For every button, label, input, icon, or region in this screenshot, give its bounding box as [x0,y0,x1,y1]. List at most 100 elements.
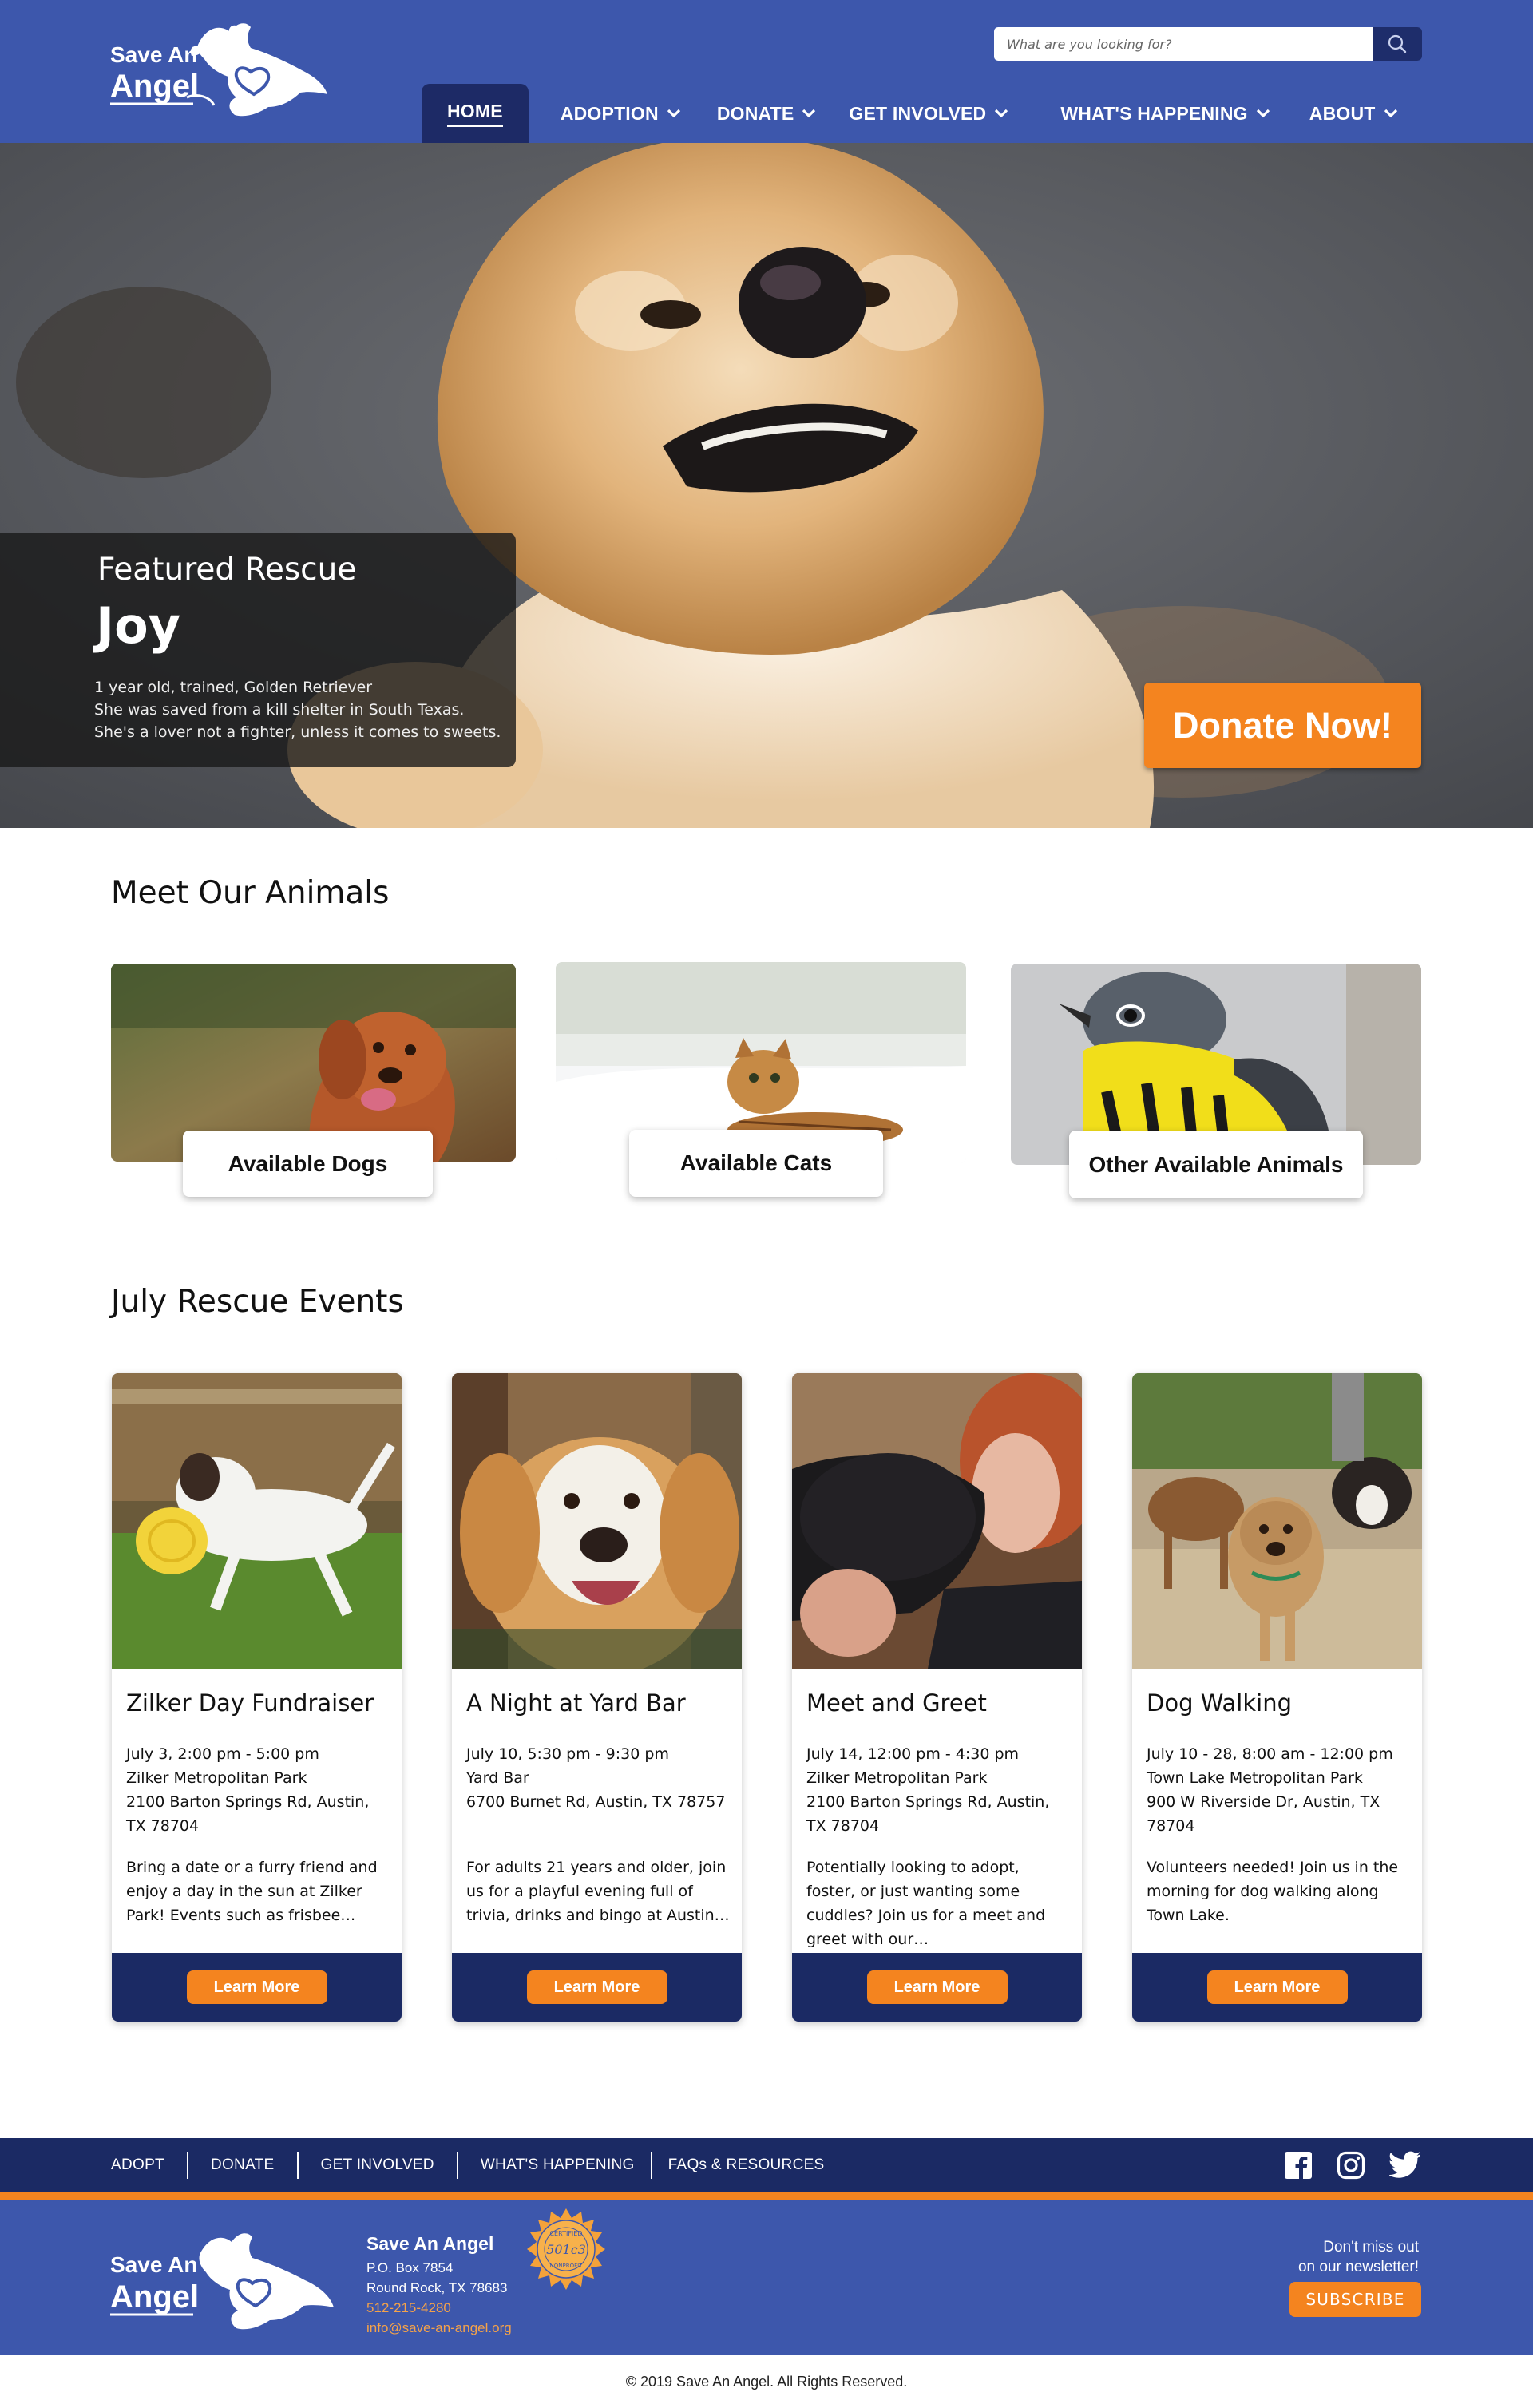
available-dogs-label[interactable]: Available Dogs [183,1131,433,1197]
seal-top-text: CERTIFIED [549,2230,582,2237]
event-photo-black-dog [792,1373,1082,1669]
search-button[interactable] [1373,27,1422,61]
event-footer: Learn More [792,1953,1082,2022]
event-address: 900 W Riverside Dr, Austin, TX 78704 [1147,1793,1380,1835]
footer-org-name: Save An Angel [366,2233,494,2254]
footer-logo-line1: Save An [110,2252,197,2277]
copyright-text: © 2019 Save An Angel. All Rights Reserve… [625,2373,908,2390]
nav-home[interactable]: HOME [422,84,529,143]
nav-get-involved[interactable]: GET INVOLVED [849,84,1009,143]
event-date: July 10 - 28, 8:00 am - 12:00 pm [1147,1745,1393,1763]
footer-nav-bar: ADOPT DONATE GET INVOLVED WHAT'S HAPPENI… [0,2138,1533,2192]
event-card: A Night at Yard Bar July 10, 5:30 pm - 9… [452,1373,742,2022]
event-card: Dog Walking July 10 - 28, 8:00 am - 12:0… [1132,1373,1422,2022]
footer-link-adopt[interactable]: ADOPT [111,2157,164,2174]
event-info: July 10, 5:30 pm - 9:30 pm Yard Bar 6700… [466,1742,730,1814]
learn-more-button[interactable]: Learn More [186,1970,327,2004]
seal-middle-text: 501c3 [546,2242,586,2257]
twitter-icon[interactable] [1389,2151,1421,2178]
learn-more-button[interactable]: Learn More [1206,1970,1348,2004]
event-footer: Learn More [112,1953,402,2022]
event-date: July 14, 12:00 pm - 4:30 pm [806,1745,1020,1763]
site-logo[interactable]: Save An Angel [110,21,331,126]
event-description: Bring a date or a furry friend and enjoy… [126,1859,378,1924]
featured-desc-line: She was saved from a kill shelter in Sou… [94,701,465,719]
featured-description: 1 year old, trained, Golden Retriever Sh… [94,676,501,743]
chevron-down-icon [995,109,1008,118]
newsletter-prompt: Don't miss out on our newsletter! [1246,2237,1419,2277]
chevron-down-icon [1256,109,1270,118]
subscribe-button[interactable]: SUBSCRIBE [1289,2282,1421,2317]
section-title-events: July Rescue Events [111,1284,404,1320]
nav-about[interactable]: ABOUT [1309,84,1399,143]
featured-desc-line: 1 year old, trained, Golden Retriever [94,679,373,696]
featured-kicker: Featured Rescue [97,552,357,588]
footer-divider [186,2152,188,2179]
footer-address-line: P.O. Box 7854 [366,2260,454,2275]
event-photo-golden-dog [452,1373,742,1669]
nav-adoption[interactable]: ADOPTION [561,84,682,143]
footer-divider [456,2152,458,2179]
donate-now-button[interactable]: Donate Now! [1144,683,1421,768]
event-venue: Yard Bar [466,1769,529,1787]
footer-logo-line2: Angel [110,2279,199,2315]
learn-more-button[interactable]: Learn More [526,1970,667,2004]
nav-donate-label: DONATE [716,102,794,124]
footer-logo[interactable]: Save An Angel [110,2229,337,2338]
event-info: July 10 - 28, 8:00 am - 12:00 pm Town La… [1147,1742,1410,1838]
nav-whats-happening-label: WHAT'S HAPPENING [1060,102,1248,124]
event-address: 2100 Barton Springs Rd, Austin, TX 78704 [806,1793,1050,1835]
footer-link-faqs[interactable]: FAQs & RESOURCES [668,2157,825,2174]
chevron-down-icon [802,109,816,118]
learn-more-button[interactable]: Learn More [866,1970,1008,2004]
logo-line1: Save An [110,42,197,67]
other-animals-label[interactable]: Other Available Animals [1069,1131,1363,1198]
footer-link-donate[interactable]: DONATE [211,2157,275,2174]
event-description: Volunteers needed! Join us in the mornin… [1147,1859,1399,1924]
event-description: Potentially looking to adopt, foster, or… [806,1859,1046,1948]
section-title-animals: Meet Our Animals [111,875,390,911]
event-description: For adults 21 years and older, join us f… [466,1859,730,1924]
footer-link-whats-happening[interactable]: WHAT'S HAPPENING [481,2157,635,2174]
nav-whats-happening[interactable]: WHAT'S HAPPENING [1060,84,1270,143]
search-icon [1388,34,1407,53]
nav-donate[interactable]: DONATE [717,84,818,143]
social-links [1284,2151,1421,2180]
event-address: 6700 Burnet Rd, Austin, TX 78757 [466,1793,726,1811]
footer-links: ADOPT DONATE GET INVOLVED WHAT'S HAPPENI… [111,2138,825,2192]
nav-get-involved-label: GET INVOLVED [849,102,987,124]
event-info: July 3, 2:00 pm - 5:00 pm Zilker Metropo… [126,1742,390,1838]
facebook-icon[interactable] [1284,2151,1313,2180]
seal-bottom-text: NONPROFIT [550,2263,584,2269]
newsletter-line: Don't miss out [1323,2239,1419,2256]
footer-email[interactable]: info@save-an-angel.org [366,2318,512,2338]
instagram-icon[interactable] [1337,2151,1365,2180]
event-card: Zilker Day Fundraiser July 3, 2:00 pm - … [112,1373,402,2022]
chevron-down-icon [1384,109,1397,118]
search-box [994,27,1373,61]
footer-address: P.O. Box 7854 Round Rock, TX 78683 [366,2258,507,2298]
logo-line2: Angel [110,69,199,104]
animal-card-other[interactable]: Other Available Animals [1011,964,1421,1198]
footer-phone[interactable]: 512-215-4280 [366,2298,512,2318]
event-photo-dog-pack [1132,1373,1422,1669]
animal-card-dogs[interactable]: Available Dogs [111,964,516,1197]
event-photo-frisbee-dog [112,1373,402,1669]
event-venue: Zilker Metropolitan Park [806,1769,988,1787]
event-venue: Zilker Metropolitan Park [126,1769,307,1787]
available-cats-label[interactable]: Available Cats [629,1130,883,1197]
event-title: Zilker Day Fundraiser [126,1689,374,1717]
newsletter-line: on our newsletter! [1297,2259,1419,2275]
nav-home-label: HOME [447,101,503,127]
nonprofit-seal: CERTIFIED 501c3 NONPROFIT [525,2208,607,2290]
nav-about-label: ABOUT [1309,102,1376,124]
animal-card-cats[interactable]: Available Cats [556,962,966,1198]
footer-link-get-involved[interactable]: GET INVOLVED [321,2157,434,2174]
search-input[interactable] [994,27,1373,61]
featured-name: Joy [96,596,181,655]
event-address: 2100 Barton Springs Rd, Austin, TX 78704 [126,1793,370,1835]
event-footer: Learn More [452,1953,742,2022]
main-nav: HOME ADOPTION DONATE GET INVOLVED WHAT'S… [422,84,1399,143]
chevron-down-icon [667,109,680,118]
featured-rescue-panel: Featured Rescue Joy 1 year old, trained,… [0,533,516,767]
